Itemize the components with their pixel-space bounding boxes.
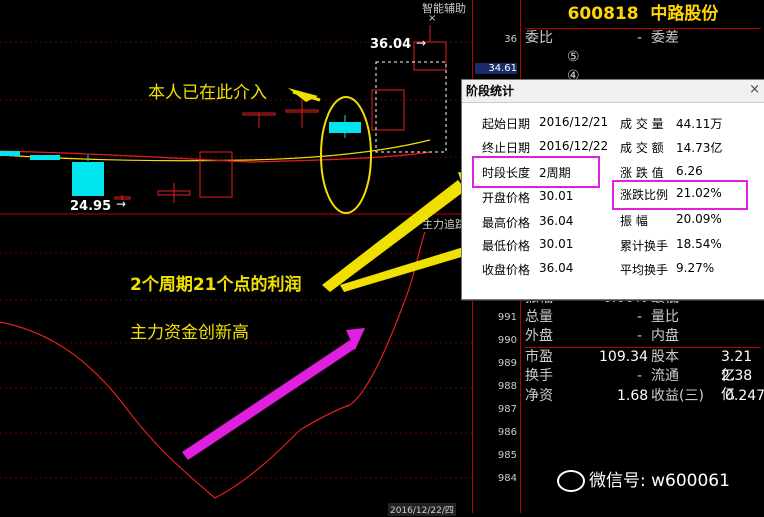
label-turnover: 换手 (525, 368, 553, 384)
field-value: 30.01 (539, 189, 574, 203)
field-label: 终止日期 (482, 141, 531, 155)
highlight-ellipse (320, 96, 372, 214)
kline-chart[interactable]: 智能辅助 × 36.04 → 24.95 → 主力追踪 2016/12/22/四… (0, 0, 615, 516)
watermark-text: 微信号: w600061 (589, 471, 730, 491)
label-volume: 总量 (525, 309, 553, 325)
axis-tick: 989 (497, 358, 517, 369)
field-value: 2016/12/21 (539, 115, 609, 129)
field-value: 18.54% (676, 237, 722, 251)
stock-name: 中路股份 (650, 4, 719, 24)
label-eps: 收益(三) (651, 388, 704, 404)
label-weicha: 委差 (651, 30, 679, 46)
value-volume: - (637, 309, 643, 325)
value-weibi: - (637, 30, 643, 46)
field-value: 20.09% (676, 212, 722, 226)
arrow-right-icon: → (416, 36, 427, 50)
candle (199, 151, 233, 198)
axis-tick: 990 (497, 335, 517, 346)
field-label: 成 交 量 (620, 117, 664, 131)
annotation-entered: 本人已在此介入 (148, 83, 267, 103)
label-weibi: 委比 (525, 30, 553, 46)
axis-tick: 984 (497, 473, 517, 484)
field-label: 成 交 额 (620, 141, 664, 155)
field-label: 累计换手 (620, 239, 669, 253)
field-value: 14.73亿 (676, 141, 723, 155)
field-value: 30.01 (539, 237, 574, 251)
axis-tick-current: 34.61 (475, 63, 517, 74)
field-value: 36.04 (539, 261, 574, 275)
label-outer: 外盘 (525, 328, 553, 344)
axis-tick: 988 (497, 381, 517, 392)
stock-code: 600818 (567, 4, 639, 24)
axis-tick: 987 (497, 404, 517, 415)
field-value: 9.27% (676, 261, 715, 275)
field-value: 44.11万 (676, 117, 723, 131)
kline-svg (0, 25, 615, 499)
field-value: 2016/12/22 (539, 139, 609, 153)
axis-tick: 36 (504, 34, 517, 45)
close-icon[interactable]: × (749, 82, 760, 97)
field-label: 涨 跌 值 (620, 166, 664, 180)
value-eps: 0.247 (725, 388, 764, 404)
field-label: 起始日期 (482, 117, 531, 131)
label-volume-ratio: 量比 (651, 309, 679, 325)
field-label: 振 幅 (620, 214, 648, 228)
field-label: 最高价格 (482, 216, 531, 230)
annotation-profit: 2个周期21个点的利润 (130, 275, 302, 295)
selection-box (375, 61, 447, 153)
highlight-change-box (612, 180, 748, 210)
close-icon[interactable]: × (428, 13, 436, 24)
watermark: 微信号: w600061 (557, 466, 730, 492)
label-share-capital: 股本 (651, 349, 679, 365)
field-value: 6.26 (676, 164, 703, 178)
label-float: 流通 (651, 368, 679, 384)
dialog-title[interactable]: 阶段统计 (462, 80, 764, 103)
axis-tick: 985 (497, 450, 517, 461)
arrow-right-icon: → (116, 197, 127, 211)
high-price-label: 36.04 (370, 37, 412, 52)
candle (30, 155, 60, 160)
candle (371, 89, 405, 131)
order-level-5: ⑤ (567, 49, 580, 65)
field-label: 平均换手 (620, 263, 669, 277)
field-label: 最低价格 (482, 239, 531, 253)
label-net-assets: 净资 (525, 388, 553, 404)
wechat-icon (557, 470, 585, 492)
value-net-assets: 1.68 (617, 388, 649, 404)
low-price-label: 24.95 (70, 199, 112, 214)
label-pe: 市盈 (525, 349, 553, 365)
highlight-period-box (472, 156, 600, 188)
field-value: 36.04 (539, 214, 574, 228)
value-turnover: - (637, 368, 643, 384)
value-outer: - (637, 328, 643, 344)
axis-tick: 986 (497, 427, 517, 438)
candle (0, 151, 20, 156)
axis-tick: 991 (497, 312, 517, 323)
label-inner: 内盘 (651, 328, 679, 344)
date-footer: 2016/12/22/四 (388, 503, 456, 516)
annotation-capital: 主力资金创新高 (130, 323, 249, 343)
stock-title[interactable]: 600818 中路股份 (521, 0, 764, 28)
value-pe: 109.34 (599, 349, 648, 365)
indicator-label: 主力追踪 (422, 218, 466, 231)
candle (329, 122, 361, 133)
candle (72, 162, 104, 196)
field-label: 收盘价格 (482, 263, 531, 277)
stage-stats-dialog[interactable]: 阶段统计 × 起始日期 2016/12/21 成 交 量 44.11万 终止日期… (461, 79, 764, 300)
field-label: 开盘价格 (482, 191, 531, 205)
